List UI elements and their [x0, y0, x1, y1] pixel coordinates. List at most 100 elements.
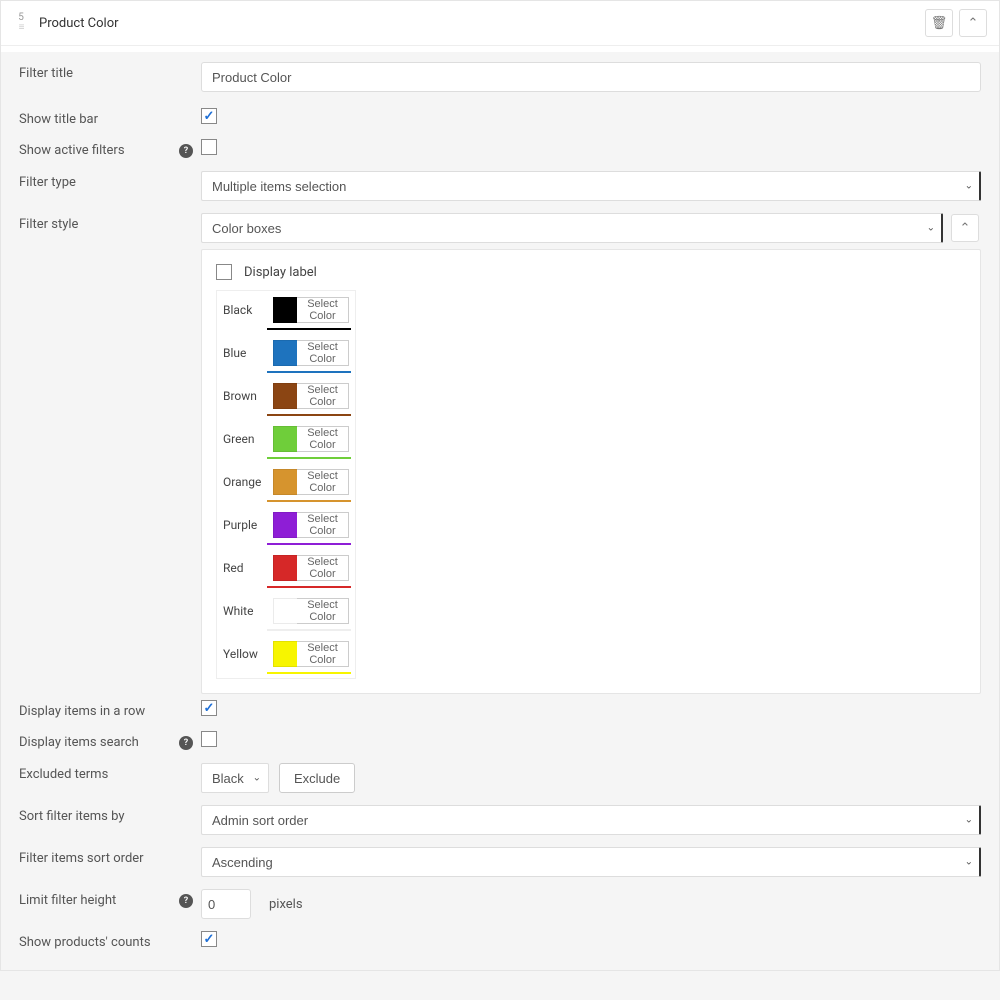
- color-name: Orange: [223, 475, 267, 489]
- select-color-button[interactable]: Select Color: [273, 598, 349, 624]
- color-swatch: [273, 340, 297, 366]
- show-active-filters-checkbox[interactable]: [201, 139, 217, 155]
- select-color-label: Select Color: [297, 340, 349, 366]
- row-sort-by: Sort filter items by Admin sort order ⌄: [1, 799, 999, 841]
- label-sort-by: Sort filter items by: [19, 805, 201, 824]
- help-icon[interactable]: ?: [179, 894, 193, 908]
- select-color-label: Select Color: [297, 512, 349, 538]
- exclude-button[interactable]: Exclude: [279, 763, 355, 793]
- label-display-items-row: Display items in a row: [19, 700, 201, 719]
- label-excluded-terms: Excluded terms: [19, 763, 201, 782]
- label-show-active-filters: Show active filters ?: [19, 139, 201, 158]
- sort-by-select[interactable]: Admin sort order: [201, 805, 981, 835]
- color-underline: [267, 328, 351, 330]
- select-color-label: Select Color: [297, 383, 349, 409]
- display-items-row-checkbox[interactable]: [201, 700, 217, 716]
- grip-icon: ≡: [13, 23, 29, 33]
- display-label-checkbox[interactable]: [216, 264, 232, 280]
- color-underline: [267, 371, 351, 373]
- color-underline: [267, 500, 351, 502]
- limit-height-input[interactable]: [201, 889, 251, 919]
- color-row: Black Select Color: [217, 291, 355, 329]
- color-underline: [267, 543, 351, 545]
- color-underline: [267, 414, 351, 416]
- color-name: Brown: [223, 389, 267, 403]
- label-display-label: Display label: [244, 265, 317, 280]
- filter-title-input[interactable]: [201, 62, 981, 92]
- color-row: Red Select Color: [217, 549, 355, 587]
- color-row: Purple Select Color: [217, 506, 355, 544]
- row-display-items-search: Display items search ?: [1, 725, 999, 757]
- panel-actions: 🗑 ⌃: [925, 9, 987, 37]
- sort-order-select[interactable]: Ascending: [201, 847, 981, 877]
- label-show-title-bar: Show title bar: [19, 108, 201, 127]
- color-list: Black Select Color Blue Select Color Brown Se…: [216, 290, 356, 679]
- chevron-up-icon: ⌃: [960, 220, 971, 236]
- drag-handle[interactable]: 5 ≡: [13, 13, 29, 33]
- filter-style-box: Display label Black Select Color Blue Selec…: [201, 249, 981, 694]
- color-swatch: [273, 469, 297, 495]
- show-counts-checkbox[interactable]: [201, 931, 217, 947]
- color-underline: [267, 629, 351, 631]
- select-color-label: Select Color: [297, 555, 349, 581]
- label-filter-type: Filter type: [19, 171, 201, 190]
- color-name: Green: [223, 432, 267, 446]
- color-row: Brown Select Color: [217, 377, 355, 415]
- select-color-label: Select Color: [297, 469, 349, 495]
- row-show-counts: Show products' counts: [1, 925, 999, 956]
- color-name: Red: [223, 561, 267, 575]
- color-name: Blue: [223, 346, 267, 360]
- color-swatch: [273, 641, 297, 667]
- display-items-search-checkbox[interactable]: [201, 731, 217, 747]
- filter-type-select[interactable]: Multiple items selection: [201, 171, 981, 201]
- row-filter-style: Filter style Color boxes ⌄ ⌃: [1, 207, 999, 249]
- panel-title: Product Color: [29, 16, 925, 31]
- color-name: Black: [223, 303, 267, 317]
- help-icon[interactable]: ?: [179, 144, 193, 158]
- row-excluded-terms: Excluded terms Black ⌄ Exclude: [1, 757, 999, 799]
- color-row: Yellow Select Color: [217, 635, 355, 673]
- select-color-button[interactable]: Select Color: [273, 383, 349, 409]
- collapse-button[interactable]: ⌃: [959, 9, 987, 37]
- trash-icon: 🗑: [931, 15, 948, 31]
- filter-style-select[interactable]: Color boxes: [201, 213, 943, 243]
- color-swatch: [273, 555, 297, 581]
- select-color-label: Select Color: [297, 297, 349, 323]
- color-swatch: [273, 512, 297, 538]
- select-color-label: Select Color: [297, 426, 349, 452]
- color-row: WhiteSelect Color: [217, 592, 355, 630]
- color-name: Purple: [223, 518, 267, 532]
- select-color-button[interactable]: Select Color: [273, 297, 349, 323]
- select-color-button[interactable]: Select Color: [273, 641, 349, 667]
- select-color-button[interactable]: Select Color: [273, 469, 349, 495]
- chevron-up-icon: ⌃: [968, 15, 979, 31]
- delete-button[interactable]: 🗑: [925, 9, 953, 37]
- select-color-label: Select Color: [297, 598, 349, 624]
- color-name: Yellow: [223, 647, 267, 661]
- select-color-label: Select Color: [297, 641, 349, 667]
- excluded-term-select[interactable]: Black: [201, 763, 269, 793]
- show-title-bar-checkbox[interactable]: [201, 108, 217, 124]
- color-swatch: [273, 426, 297, 452]
- panel-header: 5 ≡ Product Color 🗑 ⌃: [1, 1, 999, 46]
- help-icon[interactable]: ?: [179, 736, 193, 750]
- select-color-button[interactable]: Select Color: [273, 340, 349, 366]
- label-display-items-search: Display items search ?: [19, 731, 201, 750]
- pixels-suffix: pixels: [269, 897, 303, 912]
- color-row: Blue Select Color: [217, 334, 355, 372]
- row-sort-order: Filter items sort order Ascending ⌄: [1, 841, 999, 883]
- select-color-button[interactable]: Select Color: [273, 555, 349, 581]
- row-display-items-row: Display items in a row: [1, 694, 999, 725]
- panel-body: Filter title Show title bar Show active …: [1, 52, 999, 970]
- label-show-counts: Show products' counts: [19, 931, 201, 950]
- color-underline: [267, 586, 351, 588]
- row-filter-title: Filter title: [1, 52, 999, 102]
- filter-panel: 5 ≡ Product Color 🗑 ⌃ Filter title Show …: [0, 0, 1000, 971]
- color-row: Green Select Color: [217, 420, 355, 458]
- color-swatch: [273, 383, 297, 409]
- color-underline: [267, 457, 351, 459]
- select-color-button[interactable]: Select Color: [273, 426, 349, 452]
- select-color-button[interactable]: Select Color: [273, 512, 349, 538]
- row-show-active-filters: Show active filters ?: [1, 133, 999, 165]
- style-collapse-button[interactable]: ⌃: [951, 214, 979, 242]
